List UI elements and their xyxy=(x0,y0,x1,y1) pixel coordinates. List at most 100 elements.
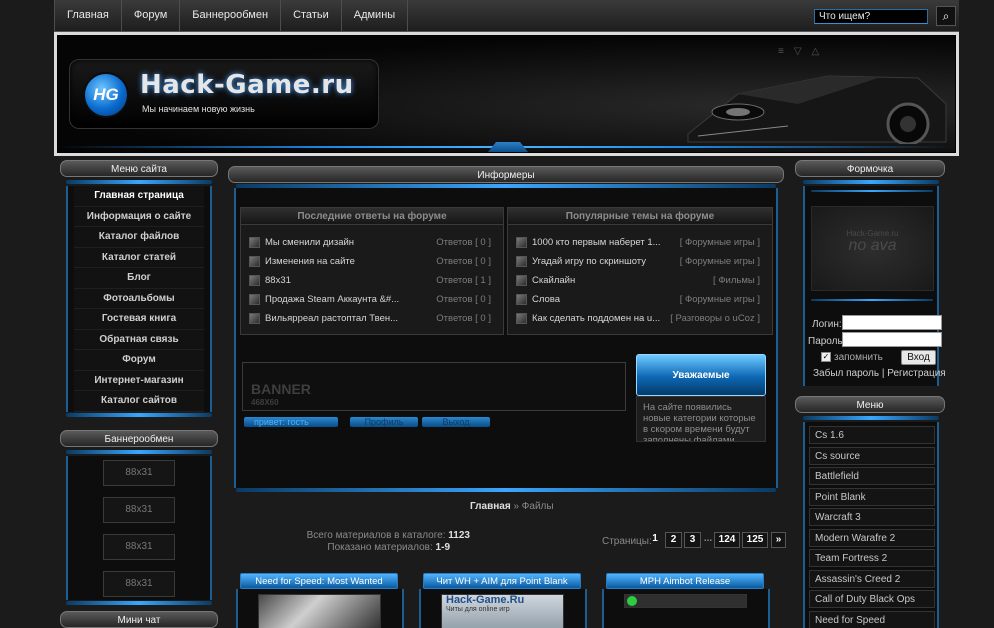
nav-forum[interactable]: Форум xyxy=(122,0,181,31)
game-item-warcraft3[interactable]: Warcraft 3 xyxy=(809,508,935,526)
shown-range: 1-9 xyxy=(435,542,450,553)
list-item[interactable]: Изменения на сайте Ответов [ 0 ] xyxy=(241,252,503,271)
breadcrumb: Главная » Файлы xyxy=(470,501,554,512)
menu-item-forum[interactable]: Форум xyxy=(74,350,204,371)
menu-item-home[interactable]: Главная страница xyxy=(74,186,204,207)
list-item[interactable]: Угадай игру по скриншоту[ Форумные игры … xyxy=(508,252,772,271)
search-button[interactable]: ⌕ xyxy=(936,6,956,26)
password-field[interactable] xyxy=(842,332,942,347)
search-input[interactable]: Что ищем? xyxy=(814,9,928,24)
menu-item-files[interactable]: Каталог файлов xyxy=(74,227,204,248)
banner-88x31[interactable]: 88x31 xyxy=(103,497,175,523)
login-field[interactable] xyxy=(842,315,942,330)
page-link[interactable]: 124 xyxy=(714,532,740,548)
game-item-mw2[interactable]: Modern Warafre 2 xyxy=(809,528,935,547)
topic-icon xyxy=(249,294,260,305)
banner-placeholder[interactable]: BANNER 468X60 xyxy=(242,362,626,411)
topic-icon xyxy=(516,256,527,267)
banner-exchange-bottom-bar xyxy=(66,601,212,605)
page-next[interactable]: » xyxy=(771,532,786,548)
profile-button[interactable]: Профиль xyxy=(350,417,418,427)
header-decoration-icons: ≡▽△ xyxy=(778,46,830,57)
greeting: привет: гость xyxy=(244,417,338,427)
menu-item-photos[interactable]: Фотоальбомы xyxy=(74,288,204,309)
breadcrumb-home[interactable]: Главная xyxy=(470,501,511,512)
register-link[interactable]: Регистрация xyxy=(887,368,945,379)
menu-item-guestbook[interactable]: Гостевая книга xyxy=(74,309,204,330)
header-banner: HG Hack-Game.ru Мы начинаем новую жизнь … xyxy=(57,35,956,153)
menu-item-sites[interactable]: Каталог сайтов xyxy=(74,391,204,412)
topic-icon xyxy=(249,275,260,286)
game-item-tf2[interactable]: Team Fortress 2 xyxy=(809,549,935,567)
topic-icon xyxy=(516,313,527,324)
menu-item-articles[interactable]: Каталог статей xyxy=(74,247,204,268)
logo[interactable]: HG Hack-Game.ru Мы начинаем новую жизнь xyxy=(69,59,379,129)
menu-item-about[interactable]: Информация о сайте xyxy=(74,206,204,227)
header-notch xyxy=(488,142,528,152)
file-thumbnail[interactable] xyxy=(258,594,381,628)
logout-button[interactable]: Выход xyxy=(422,417,490,427)
game-item-ac2[interactable]: Assassin's Creed 2 xyxy=(809,569,935,588)
login-button[interactable]: Вход xyxy=(901,350,936,365)
pages-label: Страницы: xyxy=(602,536,652,547)
list-item[interactable]: 88x31 Ответов [ 1 ] xyxy=(241,271,503,290)
status-icon xyxy=(627,596,637,606)
total-count: 1123 xyxy=(448,530,470,541)
site-header: HG Hack-Game.ru Мы начинаем новую жизнь … xyxy=(54,32,959,156)
file-title[interactable]: Need for Speed: Most Wanted xyxy=(240,573,398,589)
topic-icon xyxy=(249,237,260,248)
informers-title: Информеры xyxy=(228,166,784,183)
banner-88x31[interactable]: 88x31 xyxy=(103,460,175,486)
avatar: Hack-Game.ru no ava xyxy=(811,206,934,291)
nav-home[interactable]: Главная xyxy=(54,0,122,31)
game-item-cs-source[interactable]: Cs source xyxy=(809,446,935,465)
site-menu: Главная страница Информация о сайте Ката… xyxy=(66,186,212,412)
list-item[interactable]: Как сделать поддомен на u...[ Разговоры … xyxy=(508,309,772,328)
nav-admins[interactable]: Админы xyxy=(342,0,409,31)
file-thumbnail[interactable] xyxy=(624,594,747,608)
game-item-battlefield[interactable]: Battlefield xyxy=(809,467,935,485)
site-menu-title: Меню сайта xyxy=(60,160,218,177)
logo-badge: HG xyxy=(83,72,129,118)
list-item[interactable]: Вильярреал растоптал Твен... Ответов [ 0 … xyxy=(241,309,503,328)
right-menu-top-bar xyxy=(803,416,939,420)
avatar-top-bar xyxy=(811,190,933,192)
file-thumbnail[interactable]: Hack-Game.Ru Читы для online игр xyxy=(441,594,564,628)
notice-title: Уважаемые пользователи! xyxy=(636,354,766,423)
page-link[interactable]: 125 xyxy=(742,532,768,548)
list-item[interactable]: Продажа Steam Аккаунта &#... Ответов [ 0 … xyxy=(241,290,503,309)
right-menu-title: Меню xyxy=(795,396,945,413)
game-item-cod-bo[interactable]: Call of Duty Black Ops xyxy=(809,590,935,608)
form-title: Формочка xyxy=(795,160,945,177)
forgot-password-link[interactable]: Забыл пароль xyxy=(813,368,879,379)
menu-item-shop[interactable]: Интернет-магазин xyxy=(74,370,204,391)
page-link[interactable]: 3 xyxy=(684,532,701,548)
file-title[interactable]: Чит WH + AIM для Point Blank xyxy=(423,573,581,589)
banner-88x31[interactable]: 88x31 xyxy=(103,534,175,560)
remember-checkbox[interactable]: ✓ xyxy=(821,352,831,362)
file-title[interactable]: MPH Aimbot Release xyxy=(606,573,764,589)
game-item-point-blank[interactable]: Point Blank xyxy=(809,487,935,506)
banner-88x31[interactable]: 88x31 xyxy=(103,571,175,597)
auth-links: Забыл пароль | Регистрация xyxy=(813,368,946,379)
list-item[interactable]: Мы сменили дизайн Ответов [ 0 ] xyxy=(241,233,503,252)
page-link[interactable]: 2 xyxy=(665,532,682,548)
remember-label: запомнить xyxy=(834,352,883,363)
list-item[interactable]: 1000 кто первым наберет 1...[ Форумные и… xyxy=(508,233,772,252)
form-top-bar xyxy=(803,180,939,184)
popular-topics-informer: Популярные темы на форуме 1000 кто первы… xyxy=(507,207,773,335)
nav-banner-exchange[interactable]: Баннерообмен xyxy=(180,0,282,31)
topic-icon xyxy=(516,294,527,305)
topic-icon xyxy=(249,256,260,267)
game-item-cs16[interactable]: Cs 1.6 xyxy=(809,426,935,444)
banner-exchange: 88x31 88x31 88x31 88x31 xyxy=(66,456,212,600)
game-item-nfs[interactable]: Need for Speed xyxy=(809,610,935,628)
popular-topics-title: Популярные темы на форуме xyxy=(508,208,772,225)
menu-item-blog[interactable]: Блог xyxy=(74,268,204,289)
menu-item-feedback[interactable]: Обратная связь xyxy=(74,329,204,350)
list-item[interactable]: Слова[ Форумные игры ] xyxy=(508,290,772,309)
page-current: 1 xyxy=(652,533,658,544)
list-item[interactable]: Скайлайн[ Фильмы ] xyxy=(508,271,772,290)
nav-articles[interactable]: Статьи xyxy=(281,0,342,31)
topic-icon xyxy=(516,237,527,248)
